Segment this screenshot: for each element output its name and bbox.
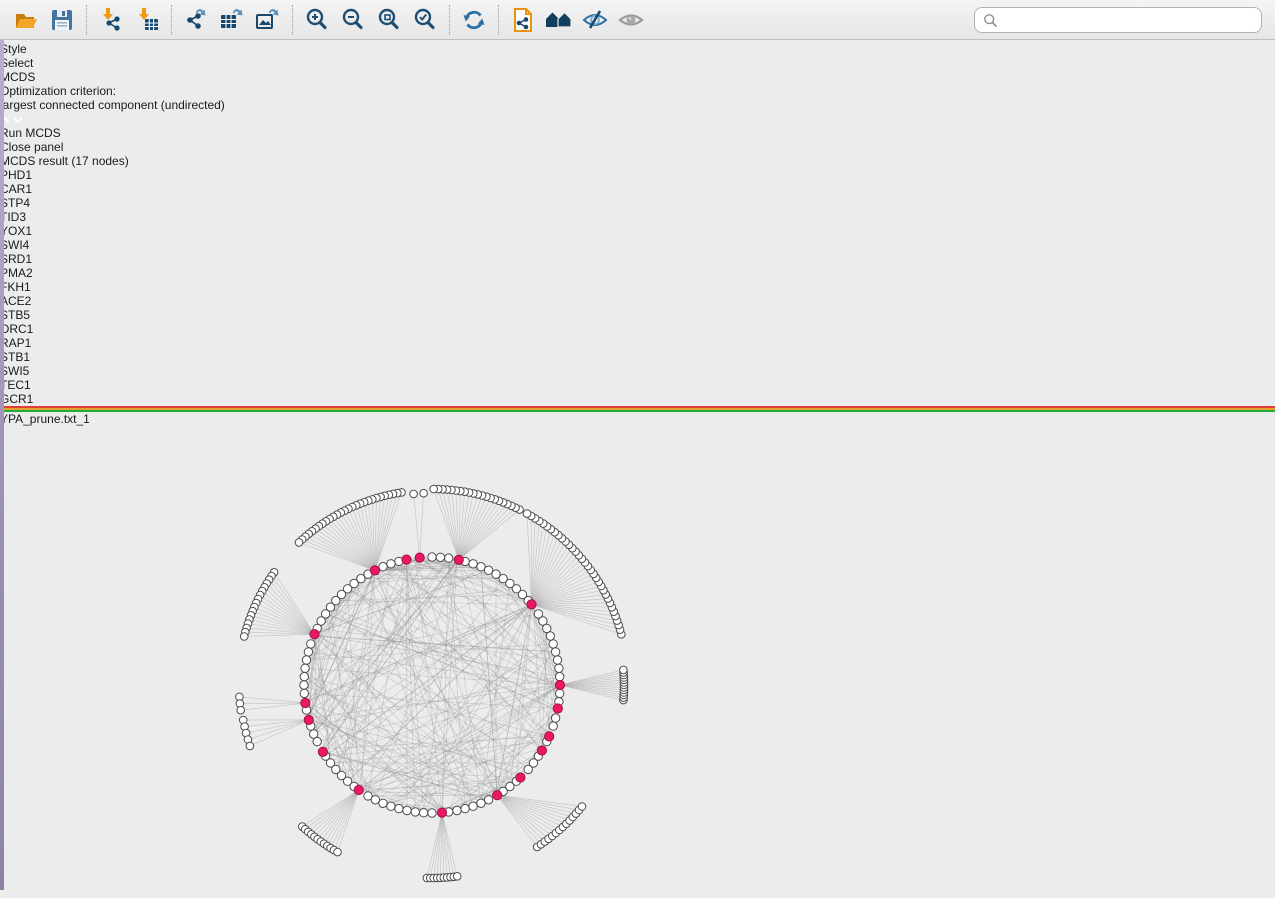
mcds-result-item[interactable]: SRD1 (0, 252, 1275, 266)
mcds-hub-node[interactable] (553, 704, 562, 713)
zoom-in-icon (303, 6, 331, 34)
mcds-panel: Optimization criterion: largest connecte… (0, 84, 1275, 406)
toolbar-separator (86, 5, 87, 35)
mcds-result-item[interactable]: TID3 (0, 210, 1275, 224)
mcds-result-item[interactable]: SWI4 (0, 238, 1275, 252)
toolbar-separator (498, 5, 499, 35)
mcds-hub-node[interactable] (493, 791, 502, 800)
mcds-hub-node[interactable] (516, 773, 525, 782)
tab-mcds[interactable]: MCDS (0, 70, 1275, 84)
first-neighbors-button[interactable] (541, 4, 577, 36)
export-network-icon (182, 6, 210, 34)
save-floppy-icon (49, 7, 75, 33)
mcds-result-item[interactable]: STP4 (0, 196, 1275, 210)
run-mcds-button[interactable]: Run MCDS (0, 126, 1275, 140)
toolbar-separator (292, 5, 293, 35)
toolbar-separator (449, 5, 450, 35)
zoom-out-icon (339, 6, 367, 34)
mcds-hub-node[interactable] (354, 785, 363, 794)
mcds-result-item[interactable]: FKH1 (0, 280, 1275, 294)
hide-selected-button[interactable] (577, 4, 613, 36)
network-document-icon (509, 6, 537, 34)
mcds-hub-node[interactable] (370, 566, 379, 575)
search-field[interactable] (974, 7, 1262, 33)
mcds-result-item[interactable]: PMA2 (0, 266, 1275, 280)
mcds-result-list[interactable]: PHD1CAR1STP4TID3YOX1SWI4SRD1PMA2FKH1ACE2… (0, 168, 1275, 406)
mcds-hub-node[interactable] (318, 747, 327, 756)
zoom-selected-icon (411, 6, 439, 34)
network-window-titlebar[interactable]: YPA_prune.txt_1 (0, 406, 1275, 426)
close-panel-button[interactable]: Close panel (0, 140, 1275, 154)
tab-select[interactable]: Select (0, 56, 1275, 70)
eye-slash-icon (580, 6, 610, 34)
mcds-result-items: PHD1CAR1STP4TID3YOX1SWI4SRD1PMA2FKH1ACE2… (0, 168, 1275, 406)
mcds-result-item[interactable]: PHD1 (0, 168, 1275, 182)
export-network-button[interactable] (178, 4, 214, 36)
mcds-hub-node[interactable] (454, 555, 463, 564)
mcds-result-title: MCDS result (17 nodes) (0, 154, 1275, 168)
zoom-fit-button[interactable] (371, 4, 407, 36)
mcds-result-item[interactable]: ACE2 (0, 294, 1275, 308)
mcds-result-item[interactable]: ORC1 (0, 322, 1275, 336)
mcds-hub-node[interactable] (437, 808, 446, 817)
mcds-result-item[interactable]: STB1 (0, 350, 1275, 364)
mcds-result-item[interactable]: STB5 (0, 308, 1275, 322)
network-canvas[interactable] (0, 426, 1275, 898)
mcds-hub-node[interactable] (310, 630, 319, 639)
mcds-result-groupbox: MCDS result (17 nodes) PHD1CAR1STP4TID3Y… (0, 154, 1275, 406)
main-toolbar (0, 0, 1275, 40)
zoom-in-button[interactable] (299, 4, 335, 36)
eye-icon (616, 6, 646, 34)
control-panel: Control Panel Network Style Select MCDS … (0, 0, 1275, 406)
mcds-hub-node[interactable] (415, 553, 424, 562)
refresh-button[interactable] (456, 4, 492, 36)
import-table-button[interactable] (129, 4, 165, 36)
optimization-criterion-dropdown[interactable]: largest connected component (undirected) (0, 98, 1275, 126)
mcds-result-item[interactable]: RAP1 (0, 336, 1275, 350)
network-window-title: YPA_prune.txt_1 (0, 412, 1275, 426)
import-table-icon (133, 6, 161, 34)
toolbar-separator (171, 5, 172, 35)
mcds-hub-node[interactable] (545, 732, 554, 741)
mcds-hub-node[interactable] (402, 555, 411, 564)
network-document-button[interactable] (505, 4, 541, 36)
export-table-icon (218, 6, 246, 34)
mcds-hub-node[interactable] (301, 698, 310, 707)
zoom-fit-icon (375, 6, 403, 34)
mcds-result-item[interactable]: SWI5 (0, 364, 1275, 378)
mcds-result-item[interactable]: YOX1 (0, 224, 1275, 238)
dropdown-stepper-icon (0, 112, 1275, 126)
open-folder-icon (13, 7, 39, 33)
optimization-criterion-label: Optimization criterion: (0, 84, 1275, 98)
mcds-hub-node[interactable] (527, 600, 536, 609)
export-image-button[interactable] (250, 4, 286, 36)
show-all-button[interactable] (613, 4, 649, 36)
tab-style[interactable]: Style (0, 42, 1275, 56)
mcds-hub-node[interactable] (304, 715, 313, 724)
mcds-result-item[interactable]: CAR1 (0, 182, 1275, 196)
save-session-button[interactable] (44, 4, 80, 36)
import-network-icon (97, 6, 125, 34)
mcds-result-item[interactable]: TEC1 (0, 378, 1275, 392)
refresh-icon (460, 6, 488, 34)
import-network-button[interactable] (93, 4, 129, 36)
zoom-selected-button[interactable] (407, 4, 443, 36)
desktop-wallpaper-left (0, 40, 4, 890)
network-view-window: YPA_prune.txt_1 (0, 406, 1275, 898)
open-session-button[interactable] (8, 4, 44, 36)
export-image-icon (254, 6, 282, 34)
search-icon (983, 13, 998, 28)
houses-icon (544, 6, 574, 34)
zoom-out-button[interactable] (335, 4, 371, 36)
desktop-wallpaper-bottom (0, 890, 1275, 898)
network-graph[interactable] (0, 426, 869, 898)
mcds-result-item[interactable]: GCR1 (0, 392, 1275, 406)
mcds-hub-node[interactable] (537, 746, 546, 755)
search-input[interactable] (1004, 10, 1253, 30)
export-table-button[interactable] (214, 4, 250, 36)
dropdown-selected-value: largest connected component (undirected) (0, 98, 1275, 112)
mcds-hub-node[interactable] (555, 680, 564, 689)
